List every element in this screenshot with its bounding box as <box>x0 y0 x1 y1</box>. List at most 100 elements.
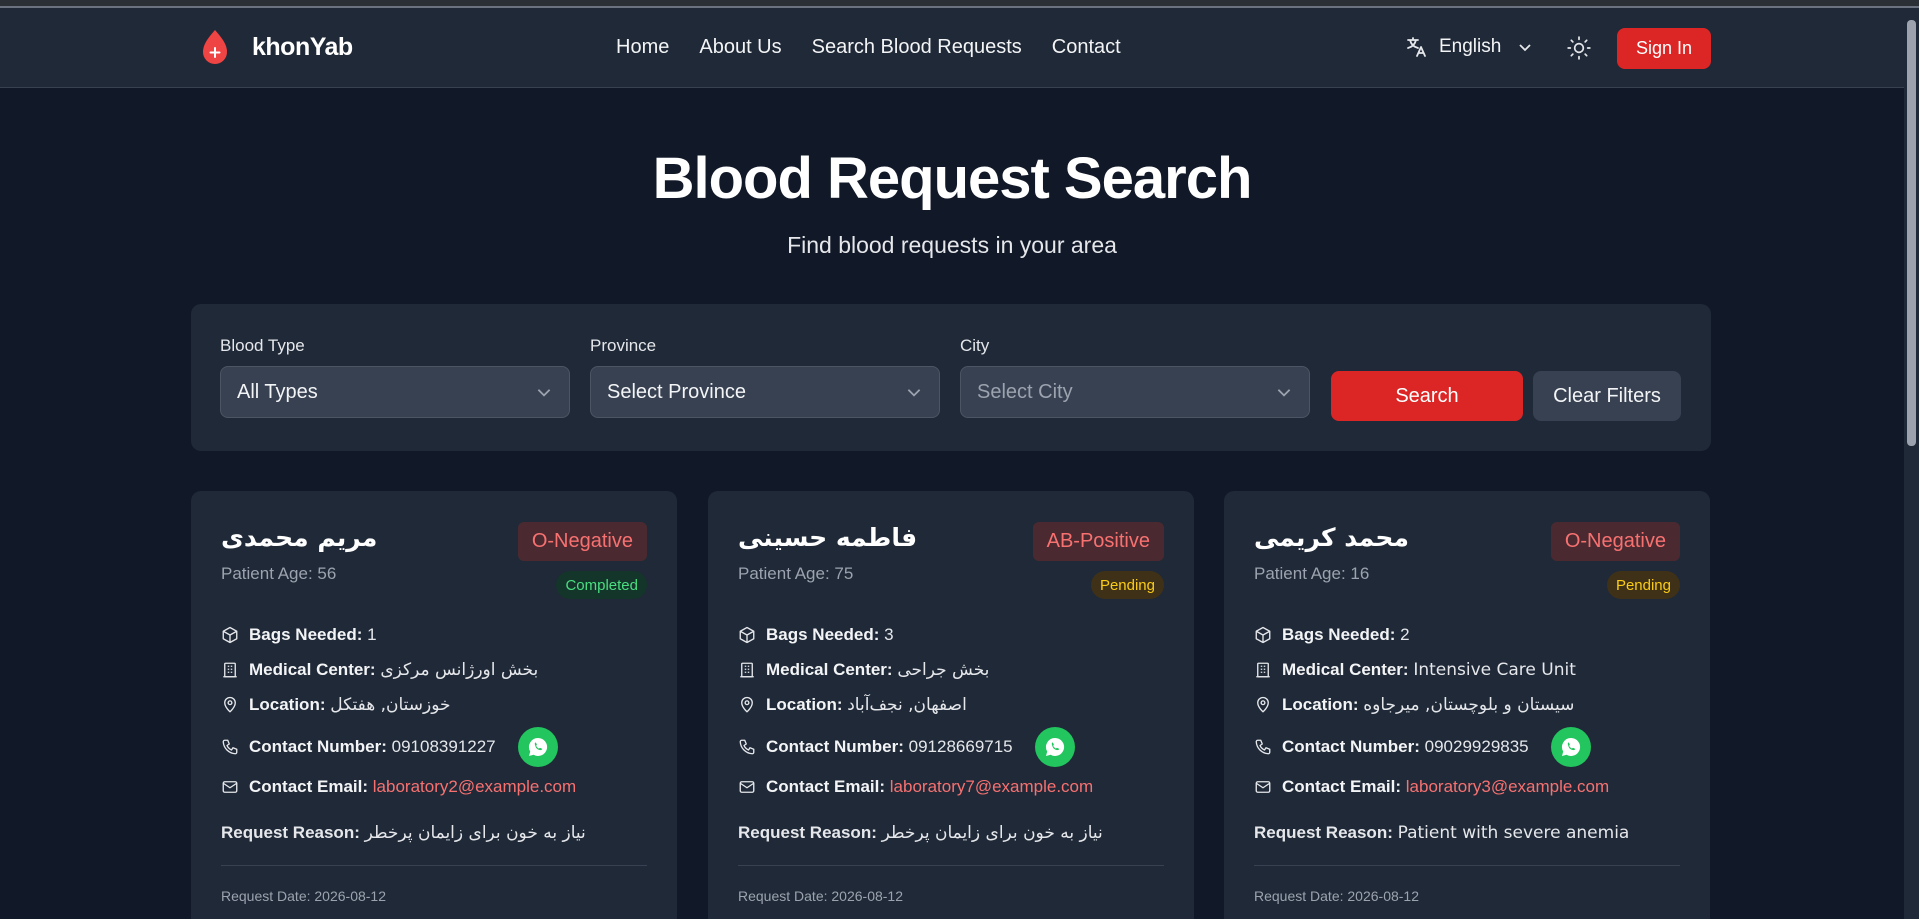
patient-age-label: Patient Age: <box>1254 564 1346 583</box>
bags-needed-value: 3 <box>884 625 894 644</box>
bags-needed-value: 1 <box>367 625 377 644</box>
nav-home[interactable]: Home <box>616 36 669 59</box>
bags-needed-value: 2 <box>1400 625 1410 644</box>
request-date-value: 2026-08-12 <box>314 888 387 904</box>
request-reason-label: Request Reason: <box>1254 823 1393 842</box>
contact-number-label: Contact Number: <box>766 737 904 756</box>
contact-email-label: Contact Email: <box>249 777 369 796</box>
brand-name: khonYab <box>252 32 353 61</box>
city-value: Select City <box>977 380 1073 403</box>
request-card: مریم محمدی Patient Age: 56 O-Negative Co… <box>191 491 677 919</box>
bags-needed-label: Bags Needed: <box>1282 625 1396 644</box>
medical-center-label: Medical Center: <box>249 660 376 679</box>
status-badge: Pending <box>1090 571 1164 599</box>
language-selector[interactable]: English <box>1405 35 1533 59</box>
request-reason-value: نیاز به خون برای زایمان پرخطر <box>364 823 586 843</box>
status-badge: Completed <box>556 571 647 599</box>
scrollbar-thumb[interactable] <box>1907 20 1916 446</box>
search-button[interactable]: Search <box>1331 371 1523 421</box>
location-label: Location: <box>249 695 326 714</box>
map-pin-icon <box>224 696 236 713</box>
location-row: Location: سیستان و بلوچستان, میرجاوه <box>1254 695 1574 715</box>
whatsapp-button[interactable] <box>517 727 558 767</box>
brand-logo[interactable]: khonYab <box>200 28 353 66</box>
patient-age: Patient Age: 56 <box>221 564 336 584</box>
contact-number-row: Contact Number: 09128669715 <box>738 727 1075 767</box>
request-card: فاطمه حسینی Patient Age: 75 AB-Positive … <box>708 491 1194 919</box>
contact-number-value: 09128669715 <box>908 737 1013 756</box>
card-divider <box>738 865 1164 866</box>
request-date-label: Request Date: <box>738 888 828 904</box>
contact-number-label: Contact Number: <box>1282 737 1420 756</box>
whatsapp-icon <box>1045 737 1064 756</box>
site-header: khonYab Home About Us Search Blood Reque… <box>0 8 1904 88</box>
request-date: Request Date: 2026-08-12 <box>1254 888 1419 904</box>
building-icon <box>1256 662 1270 678</box>
bags-needed-label: Bags Needed: <box>249 625 363 644</box>
main-nav: Home About Us Search Blood Requests Cont… <box>616 36 1121 59</box>
medical-center-row: Medical Center: بخش جراحی <box>738 660 989 680</box>
request-date-value: 2026-08-12 <box>831 888 904 904</box>
request-date-value: 2026-08-12 <box>1347 888 1420 904</box>
sign-in-button[interactable]: Sign In <box>1617 28 1711 69</box>
request-reason-label: Request Reason: <box>738 823 877 842</box>
city-field: City Select City <box>960 336 1310 418</box>
nav-contact[interactable]: Contact <box>1052 36 1121 59</box>
request-reason-value: Patient with severe anemia <box>1397 823 1630 843</box>
nav-search-blood-requests[interactable]: Search Blood Requests <box>812 36 1022 59</box>
patient-age-value: 16 <box>1350 564 1370 583</box>
request-date-label: Request Date: <box>221 888 311 904</box>
city-label: City <box>960 336 990 355</box>
medical-center-label: Medical Center: <box>1282 660 1409 679</box>
whatsapp-icon <box>528 737 547 756</box>
patient-name: فاطمه حسینی <box>738 523 918 552</box>
nav-about-us[interactable]: About Us <box>699 36 781 59</box>
blood-drop-logo-icon <box>203 30 227 64</box>
sun-icon[interactable] <box>1566 35 1592 61</box>
blood-type-select[interactable]: All Types <box>220 366 570 418</box>
package-icon <box>739 626 755 644</box>
contact-email-label: Contact Email: <box>766 777 886 796</box>
contact-email-link[interactable]: laboratory2@example.com <box>373 777 576 796</box>
contact-number-value: 09029929835 <box>1424 737 1529 756</box>
map-pin-icon <box>1257 696 1269 713</box>
location-row: Location: خوزستان, هفتکل <box>221 695 451 715</box>
medical-center-value: بخش جراحی <box>897 660 990 680</box>
medical-center-row: Medical Center: بخش اورژانس مرکزی <box>221 660 538 680</box>
province-select[interactable]: Select Province <box>590 366 940 418</box>
location-row: Location: اصفهان, نجف‌آباد <box>738 695 967 715</box>
province-label: Province <box>590 336 657 355</box>
medical-center-value: بخش اورژانس مرکزی <box>380 660 539 680</box>
mail-icon <box>1255 781 1271 793</box>
package-icon <box>222 626 238 644</box>
location-value: سیستان و بلوچستان, میرجاوه <box>1363 695 1575 715</box>
request-reason: Request Reason: نیاز به خون برای زایمان … <box>221 823 586 843</box>
patient-age-label: Patient Age: <box>738 564 830 583</box>
medical-center-row: Medical Center: Intensive Care Unit <box>1254 660 1576 680</box>
blood-type-badge: O-Negative <box>1550 522 1680 561</box>
phone-icon <box>739 739 755 755</box>
city-select[interactable]: Select City <box>960 366 1310 418</box>
request-card: محمد کریمی Patient Age: 16 O-Negative Pe… <box>1224 491 1710 919</box>
location-value: اصفهان, نجف‌آباد <box>847 695 967 715</box>
contact-email-row: Contact Email: laboratory7@example.com <box>738 777 1093 797</box>
contact-email-label: Contact Email: <box>1282 777 1402 796</box>
phone-icon <box>1255 739 1271 755</box>
bags-needed-row: Bags Needed: 3 <box>738 625 894 645</box>
blood-type-field: Blood Type All Types <box>220 336 570 418</box>
contact-email-link[interactable]: laboratory7@example.com <box>890 777 1093 796</box>
bags-needed-row: Bags Needed: 2 <box>1254 625 1410 645</box>
patient-age-value: 75 <box>834 564 854 583</box>
whatsapp-icon <box>1561 737 1580 756</box>
page-subtitle: Find blood requests in your area <box>787 232 1117 258</box>
building-icon <box>740 662 754 678</box>
whatsapp-button[interactable] <box>1550 727 1591 767</box>
language-label: English <box>1439 36 1502 57</box>
whatsapp-button[interactable] <box>1034 727 1075 767</box>
request-reason: Request Reason: Patient with severe anem… <box>1254 823 1629 843</box>
medical-center-label: Medical Center: <box>766 660 893 679</box>
status-badge: Pending <box>1606 571 1680 599</box>
location-label: Location: <box>1282 695 1359 714</box>
contact-email-link[interactable]: laboratory3@example.com <box>1406 777 1609 796</box>
clear-filters-button[interactable]: Clear Filters <box>1533 371 1681 421</box>
